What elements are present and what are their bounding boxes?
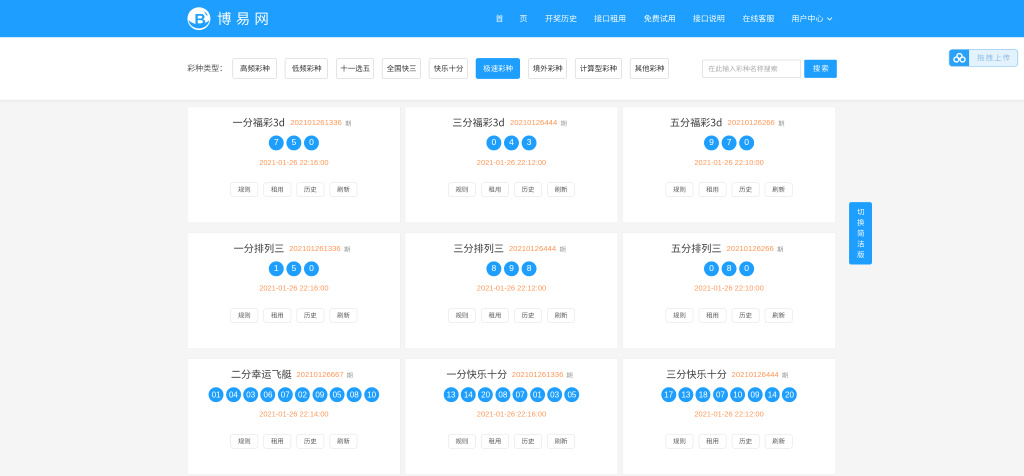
svg-text:B: B	[194, 12, 206, 29]
